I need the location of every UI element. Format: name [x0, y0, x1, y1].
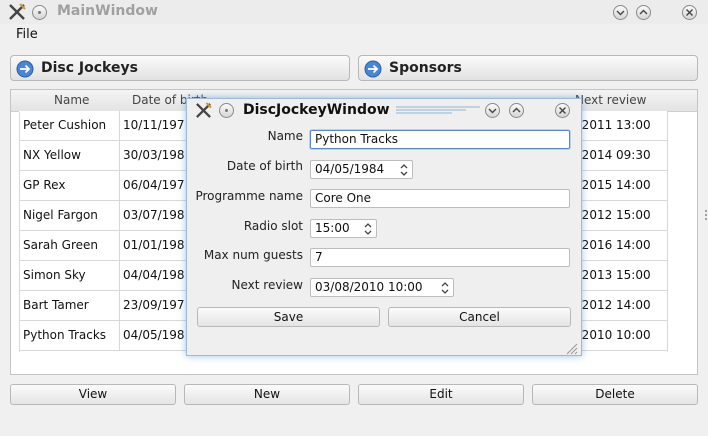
- guests-label: Max num guests: [203, 248, 303, 262]
- name-label: Name: [267, 129, 303, 143]
- dialog-minimize-button[interactable]: [485, 103, 500, 118]
- column-separator: [119, 321, 120, 351]
- cell-name: Peter Cushion: [23, 118, 107, 132]
- resize-grip-icon[interactable]: [564, 341, 578, 355]
- header-next-review[interactable]: Next review: [575, 93, 646, 107]
- column-separator: [119, 291, 120, 321]
- cell-name: Bart Tamer: [23, 298, 89, 312]
- close-button[interactable]: [682, 5, 697, 20]
- edit-button[interactable]: Edit: [358, 384, 524, 405]
- dob-date-edit[interactable]: 04/05/1984: [310, 160, 413, 179]
- spin-updown-icon[interactable]: [364, 222, 372, 236]
- cell-next-review: 7/2011 13:00: [570, 118, 651, 132]
- column-separator: [119, 111, 120, 141]
- window-menu-button[interactable]: [32, 5, 47, 20]
- cell-name: Python Tracks: [23, 328, 107, 342]
- menu-dot-icon: [38, 11, 41, 14]
- cell-next-review: 8/2010 10:00: [570, 328, 651, 342]
- close-icon: [559, 107, 566, 114]
- save-button[interactable]: Save: [197, 307, 380, 327]
- name-field[interactable]: Python Tracks: [310, 130, 570, 149]
- column-separator: [119, 141, 120, 171]
- maximize-icon: [639, 9, 648, 15]
- cell-date-of-birth: 03/07/198: [123, 208, 185, 222]
- cell-date-of-birth: 23/09/197: [123, 298, 185, 312]
- maximize-button[interactable]: [636, 5, 651, 20]
- menu-dot-icon: [225, 109, 228, 112]
- maximize-icon: [512, 107, 521, 113]
- cell-date-of-birth: 04/04/198: [123, 268, 185, 282]
- spin-updown-icon[interactable]: [400, 163, 408, 177]
- cell-date-of-birth: 10/11/197: [123, 118, 185, 132]
- arrow-right-icon: [16, 60, 34, 78]
- app-icon: [196, 102, 212, 118]
- disc-jockeys-label: Disc Jockeys: [41, 60, 138, 76]
- cell-name: Simon Sky: [23, 268, 86, 282]
- review-value: 03/08/2010 10:00: [315, 280, 423, 294]
- new-button[interactable]: New: [184, 384, 350, 405]
- minimize-icon: [616, 10, 625, 16]
- close-icon: [686, 9, 693, 16]
- spin-updown-icon[interactable]: [441, 281, 449, 295]
- menu-file[interactable]: File: [16, 27, 38, 42]
- app-icon: [9, 3, 26, 20]
- cell-next-review: 8/2015 14:00: [570, 178, 651, 192]
- cell-next-review: 8/2012 15:00: [570, 208, 651, 222]
- cell-date-of-birth: 04/05/198: [123, 328, 185, 342]
- guests-field[interactable]: 7: [310, 248, 570, 267]
- column-separator: [119, 171, 120, 201]
- title-decoration: [396, 106, 480, 114]
- sponsors-button[interactable]: Sponsors: [358, 55, 698, 81]
- grid-line: [667, 112, 668, 352]
- grid-line: [19, 112, 20, 352]
- cancel-button[interactable]: Cancel: [388, 307, 571, 327]
- cell-name: Nigel Fargon: [23, 208, 98, 222]
- programme-label: Programme name: [195, 189, 303, 203]
- programme-field[interactable]: Core One: [310, 189, 570, 208]
- cell-date-of-birth: 30/03/198: [123, 148, 185, 162]
- dob-value: 04/05/1984: [315, 162, 385, 176]
- dialog-title: DiscJockeyWindow: [243, 102, 390, 118]
- dialog-maximize-button[interactable]: [509, 103, 524, 118]
- dialog-close-button[interactable]: [555, 103, 570, 118]
- header-name[interactable]: Name: [54, 93, 89, 107]
- cell-name: GP Rex: [23, 178, 66, 192]
- cell-name: Sarah Green: [23, 238, 99, 252]
- dob-label: Date of birth: [226, 159, 303, 173]
- slot-time-edit[interactable]: 15:00: [310, 219, 377, 238]
- minimize-icon: [488, 108, 497, 114]
- splitter-handle-icon[interactable]: [704, 208, 708, 222]
- cell-name: NX Yellow: [23, 148, 81, 162]
- slot-label: Radio slot: [243, 219, 303, 233]
- window-title: MainWindow: [57, 3, 158, 19]
- dialog-menu-button[interactable]: [219, 103, 234, 118]
- cell-next-review: 2/2013 15:00: [570, 268, 651, 282]
- delete-button[interactable]: Delete: [532, 384, 698, 405]
- column-separator: [119, 231, 120, 261]
- cell-next-review: 5/2016 14:00: [570, 238, 651, 252]
- column-separator: [119, 201, 120, 231]
- disc-jockeys-button[interactable]: Disc Jockeys: [10, 55, 350, 81]
- view-button[interactable]: View: [10, 384, 176, 405]
- review-label: Next review: [231, 278, 303, 292]
- cell-date-of-birth: 01/01/198: [123, 238, 185, 252]
- menu-bar: [0, 24, 708, 46]
- cell-next-review: 3/2012 14:00: [570, 298, 651, 312]
- arrow-right-icon: [364, 60, 382, 78]
- cell-next-review: 3/2014 09:30: [570, 148, 651, 162]
- minimize-button[interactable]: [613, 5, 628, 20]
- column-separator: [119, 261, 120, 291]
- sponsors-label: Sponsors: [389, 60, 462, 76]
- cell-date-of-birth: 06/04/197: [123, 178, 185, 192]
- slot-value: 15:00: [315, 221, 350, 235]
- review-datetime-edit[interactable]: 03/08/2010 10:00: [310, 278, 454, 297]
